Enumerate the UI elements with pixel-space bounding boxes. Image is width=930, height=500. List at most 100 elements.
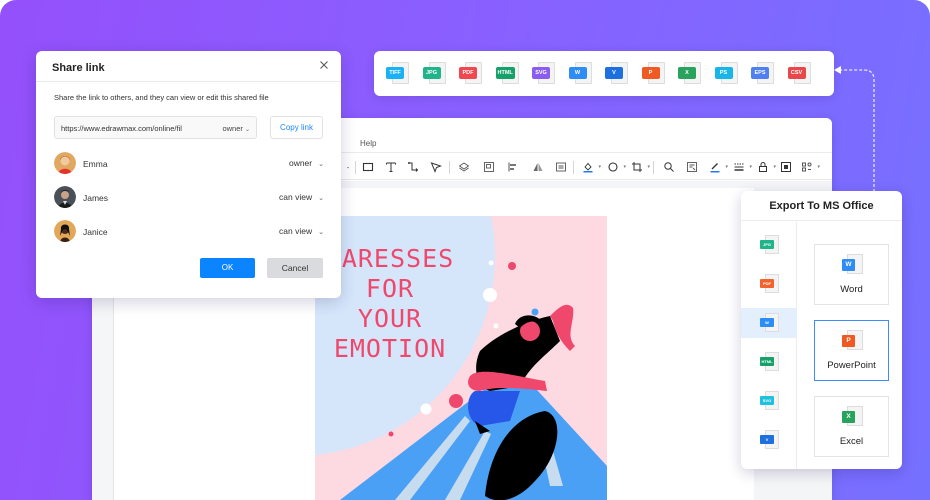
pointer-icon[interactable] — [428, 159, 444, 175]
export-sidebar-item[interactable]: PDF — [741, 269, 797, 299]
word-badge-icon: W — [842, 259, 855, 271]
more-icon[interactable]: ▾ — [799, 159, 820, 175]
format-csv-button[interactable]: CSV — [787, 62, 812, 86]
toolbar-dropdown-caret-icon[interactable] — [340, 159, 356, 175]
user-role-dropdown[interactable]: can view ⌄ — [279, 226, 324, 236]
export-ms-office-panel: Export To MS Office JPG PDF W HTML SVG V W Wor… — [741, 191, 902, 469]
format-tiff-button[interactable]: TIFF — [386, 62, 410, 86]
format-badge: HTML — [495, 67, 515, 79]
flip-icon[interactable] — [530, 159, 546, 175]
user-row: James can view ⌄ — [54, 186, 324, 208]
connector-icon[interactable] — [405, 159, 421, 175]
format-ps-button[interactable]: PS — [714, 62, 739, 86]
user-role: can view — [279, 226, 313, 236]
format-badge: P — [641, 67, 660, 79]
format-badge: PDF — [760, 279, 774, 288]
user-role: owner — [288, 158, 313, 168]
avatar — [54, 220, 76, 242]
format-badge: EPS — [751, 67, 769, 79]
user-role-dropdown[interactable]: owner ⌄ — [289, 158, 324, 168]
ok-button[interactable]: OK — [200, 258, 255, 278]
size-icon[interactable] — [553, 159, 569, 175]
format-badge: JPG — [760, 240, 774, 249]
format-powerpoint-button[interactable]: P — [641, 62, 666, 86]
user-name: Emma — [83, 159, 108, 169]
export-sidebar-item[interactable]: JPG — [741, 230, 797, 260]
poster-title-line: YOUR — [357, 304, 423, 333]
user-name: Janice — [83, 227, 108, 237]
export-card-label: PowerPoint — [827, 360, 876, 371]
fill-icon[interactable]: ▾ — [580, 159, 601, 175]
export-excel-card[interactable]: X Excel — [814, 396, 889, 457]
text-icon[interactable] — [383, 159, 399, 175]
share-link-field[interactable]: https://www.edrawmax.com/online/fil owne… — [54, 116, 257, 139]
format-visio-button[interactable]: V — [605, 62, 629, 86]
format-badge: V — [760, 435, 774, 444]
group-icon[interactable] — [481, 159, 497, 175]
user-row: Janice can view ⌄ — [54, 220, 324, 242]
export-sidebar-item[interactable]: V — [741, 425, 797, 455]
format-jpg-button[interactable]: JPG — [422, 62, 447, 86]
link-permission-value: owner — [222, 124, 243, 133]
toolbar-separator — [653, 161, 654, 174]
excel-badge-icon: X — [842, 411, 855, 423]
export-panel-title: Export To MS Office — [741, 191, 902, 221]
format-eps-button[interactable]: EPS — [751, 62, 775, 86]
dialog-title: Share link — [52, 62, 105, 74]
chevron-down-icon: ⌄ — [318, 195, 324, 202]
cancel-button[interactable]: Cancel — [267, 258, 323, 278]
avatar — [54, 152, 76, 174]
format-badge: PS — [714, 67, 733, 79]
format-painter-icon[interactable] — [684, 159, 700, 175]
toolbar-separator — [573, 161, 574, 174]
export-format-sidebar: JPG PDF W HTML SVG V — [741, 222, 797, 469]
copy-link-button[interactable]: Copy link — [270, 116, 323, 139]
export-sidebar-item[interactable]: SVG — [741, 386, 797, 416]
user-role: can view — [279, 192, 313, 202]
close-icon[interactable] — [317, 58, 331, 72]
format-html-button[interactable]: HTML — [495, 62, 520, 86]
rectangle-icon[interactable] — [360, 159, 376, 175]
link-permission-dropdown[interactable]: owner ⌄ — [222, 124, 250, 133]
crop-icon[interactable]: ▾ — [629, 159, 650, 175]
chevron-down-icon: ⌄ — [244, 127, 250, 133]
format-svg-button[interactable]: SVG — [532, 62, 556, 86]
user-role-dropdown[interactable]: can view ⌄ — [279, 192, 324, 202]
format-badge: W — [760, 318, 774, 327]
format-pdf-button[interactable]: PDF — [459, 62, 483, 86]
export-card-label: Word — [840, 284, 863, 295]
format-badge: V — [605, 67, 623, 79]
shape-style-icon[interactable]: ▾ — [605, 159, 626, 175]
share-link-url[interactable]: https://www.edrawmax.com/online/fil — [61, 124, 211, 133]
user-name: James — [83, 193, 109, 203]
export-formats-bar: TIFF JPG PDF HTML SVG W V P X PS EPS CSV — [374, 51, 834, 96]
export-powerpoint-card[interactable]: P PowerPoint — [814, 320, 889, 381]
format-badge: HTML — [760, 357, 774, 366]
chevron-down-icon: ⌄ — [318, 229, 324, 236]
format-badge: W — [568, 67, 587, 79]
avatar — [54, 186, 76, 208]
format-badge: SVG — [532, 67, 550, 79]
format-badge: X — [678, 67, 696, 79]
layers-icon[interactable] — [456, 159, 472, 175]
format-word-button[interactable]: W — [568, 62, 593, 86]
align-icon[interactable] — [505, 159, 521, 175]
line-style-icon[interactable]: ▾ — [731, 159, 752, 175]
format-badge: SVG — [760, 396, 774, 405]
user-row: Emma owner ⌄ — [54, 152, 324, 174]
focus-icon[interactable] — [778, 159, 794, 175]
format-excel-button[interactable]: X — [678, 62, 702, 86]
poster-title-line: EMOTION — [333, 334, 447, 363]
export-word-card[interactable]: W Word — [814, 244, 889, 305]
export-sidebar-item[interactable]: W — [741, 308, 797, 338]
format-badge: TIFF — [386, 67, 404, 79]
poster-design[interactable]: CARESSES FOR YOUR EMOTION — [315, 216, 607, 500]
lock-icon[interactable]: ▾ — [755, 159, 776, 175]
menu-help[interactable]: Help — [360, 139, 376, 148]
toolbar-separator — [355, 161, 356, 174]
share-link-dialog: Share link Share the link to others, and… — [36, 51, 341, 298]
export-sidebar-item[interactable]: HTML — [741, 347, 797, 377]
powerpoint-badge-icon: P — [842, 335, 855, 347]
line-color-icon[interactable]: ▾ — [707, 159, 728, 175]
search-icon[interactable] — [661, 159, 677, 175]
